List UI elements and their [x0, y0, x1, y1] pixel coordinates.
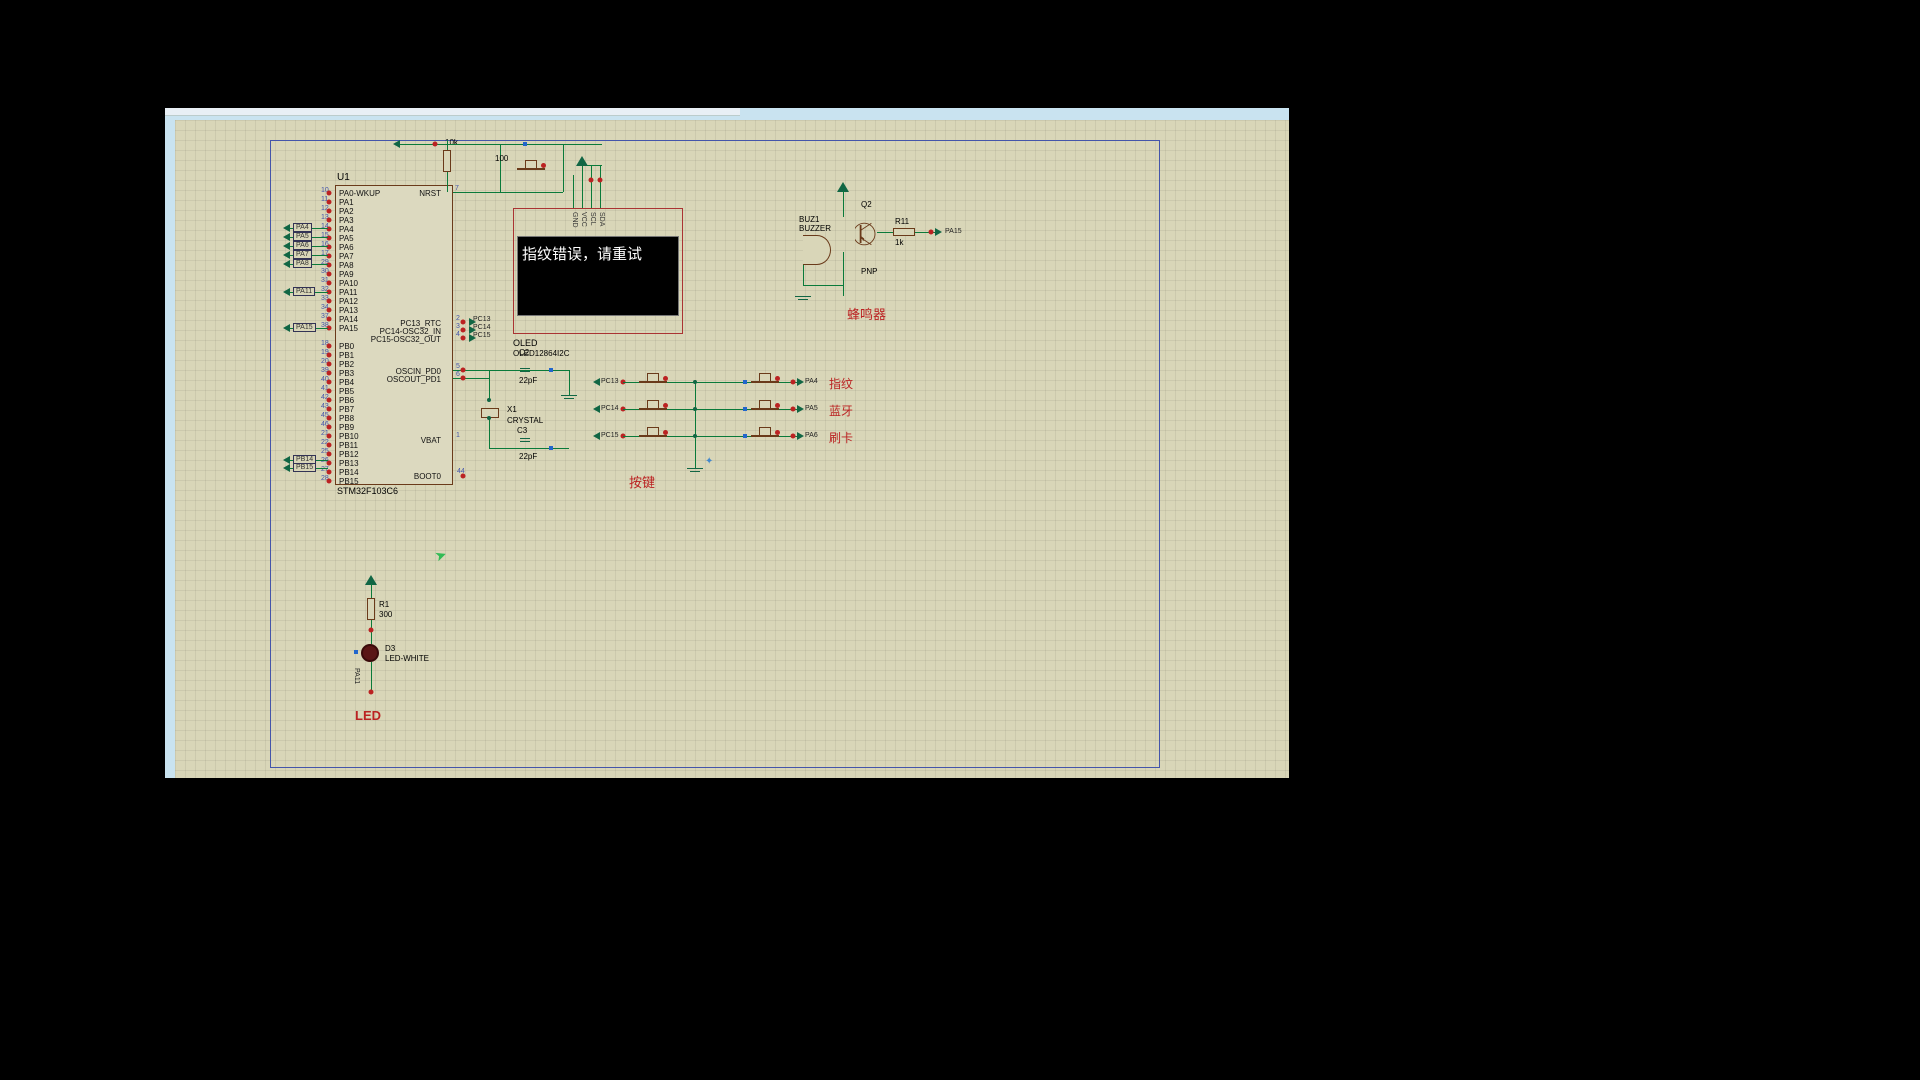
- net-pc15: PC15: [601, 432, 619, 439]
- buzzer-ref: BUZ1: [799, 215, 819, 224]
- mcu-pin-pa5: PA5: [339, 234, 354, 243]
- mcu-pin-pa14: PA14: [339, 315, 358, 324]
- oled-ref: OLED: [513, 338, 538, 348]
- mcu-pin-pb2: PB2: [339, 360, 354, 369]
- mcu-pin-pa9: PA9: [339, 270, 354, 279]
- mcu-pin-pb0: PB0: [339, 342, 354, 351]
- mcu-pin-pa11: PA11: [339, 288, 357, 297]
- oled-text: 指纹错误，请重试: [522, 246, 642, 263]
- net-tag-pa4: PA4: [293, 223, 312, 232]
- mcu-pin-pa1: PA1: [339, 198, 354, 207]
- net-pc14: PC14: [601, 405, 619, 412]
- button-label-2: 刷卡: [829, 429, 853, 446]
- pin-vbat: VBAT: [421, 436, 441, 445]
- net-pc13: PC13: [601, 378, 619, 385]
- resistor-r1[interactable]: [367, 598, 375, 620]
- net-pa15: PA15: [945, 228, 962, 235]
- mcu-pin-pb4: PB4: [339, 378, 354, 387]
- net-pa4: PA4: [805, 378, 818, 385]
- mcu-pin-pa8: PA8: [339, 261, 354, 270]
- button2-pc13[interactable]: [751, 375, 779, 389]
- buzzer-buz1[interactable]: [803, 235, 831, 265]
- mcu-pin-pb12: PB12: [339, 450, 359, 459]
- res-top[interactable]: [443, 150, 451, 172]
- mcu-part: STM32F103C6: [337, 486, 398, 496]
- button-pc13[interactable]: [639, 375, 667, 389]
- net-arrow-icon: [935, 228, 942, 236]
- mcu-pin-pa15: PA15: [339, 324, 358, 333]
- origin-marker-icon: ✦: [705, 456, 713, 467]
- button-pc15[interactable]: [639, 429, 667, 443]
- mcu-pin-pa6: PA6: [339, 243, 354, 252]
- net-pa6: PA6: [805, 432, 818, 439]
- mcu-pin-pa12: PA12: [339, 297, 358, 306]
- transistor-q2[interactable]: [855, 216, 877, 252]
- led-r-ref: R1: [379, 600, 389, 609]
- net-tag-pa5: PA5: [293, 232, 312, 241]
- mcu-pin-pb6: PB6: [339, 396, 354, 405]
- button-label-1: 蓝牙: [829, 402, 853, 419]
- net-tag-pa11: PA11: [293, 287, 315, 296]
- net-tag-pa15: PA15: [293, 323, 316, 332]
- mcu-pin-pa4: PA4: [339, 225, 354, 234]
- proteus-window: U1 STM32F103C6 PA0-WKUP10PA111PA212PA313…: [165, 108, 1289, 778]
- button2-pc14[interactable]: [751, 402, 779, 416]
- mcu-pin-pb14: PB14: [339, 468, 359, 477]
- mcu-pin-pa2: PA2: [339, 207, 354, 216]
- resistor-r11[interactable]: [893, 228, 915, 236]
- mcu-pin-pa0-wkup: PA0-WKUP: [339, 189, 380, 198]
- mcu-pin-pb10: PB10: [339, 432, 359, 441]
- gnd-icon: [687, 468, 703, 478]
- mcu-pin-pb1: PB1: [339, 351, 354, 360]
- mouse-cursor-icon: ➤: [432, 546, 449, 566]
- mcu-pin-pb9: PB9: [339, 423, 354, 432]
- mcu-pin-pb11: PB11: [339, 441, 358, 450]
- led-ref: D3: [385, 644, 395, 653]
- gnd-icon: [795, 296, 811, 306]
- pin-boot0: BOOT0: [414, 472, 441, 481]
- net-tag-pb15: PB15: [293, 463, 316, 472]
- pin-nrst: NRST: [419, 189, 441, 198]
- net-tag-pa8: PA8: [293, 259, 312, 268]
- mcu-pin-pa7: PA7: [339, 252, 354, 261]
- pin-oscout: OSCOUT_PD1: [387, 375, 441, 384]
- toolbar[interactable]: [165, 108, 740, 116]
- button2-pc15[interactable]: [751, 429, 779, 443]
- button-pc14[interactable]: [639, 402, 667, 416]
- pin-pc15osc: PC15-OSC32_OUT: [371, 335, 441, 344]
- mcu-ref: U1: [337, 172, 350, 183]
- led-d3[interactable]: [361, 644, 379, 662]
- buttons-title: 按键: [629, 472, 655, 491]
- mcu-pin-pb7: PB7: [339, 405, 354, 414]
- gnd-icon: [561, 395, 577, 405]
- net-pa5: PA5: [805, 405, 818, 412]
- led-title: LED: [355, 708, 381, 723]
- mcu-pin-pb3: PB3: [339, 369, 354, 378]
- reset-button[interactable]: [517, 162, 545, 176]
- button-label-0: 指纹: [829, 375, 853, 392]
- transistor-ref: Q2: [861, 200, 872, 209]
- oled-screen: 指纹错误，请重试: [517, 236, 679, 316]
- mcu-pin-pa3: PA3: [339, 216, 354, 225]
- schematic-canvas[interactable]: U1 STM32F103C6 PA0-WKUP10PA111PA212PA313…: [175, 120, 1289, 778]
- mcu-pin-pa10: PA10: [339, 279, 358, 288]
- net-tag-pa6: PA6: [293, 241, 312, 250]
- mcu-pin-pa13: PA13: [339, 306, 358, 315]
- mcu-pin-pb5: PB5: [339, 387, 354, 396]
- mcu-pin-pb13: PB13: [339, 459, 359, 468]
- net-tag-pa7: PA7: [293, 250, 312, 259]
- buzzer-title: 蜂鸣器: [847, 304, 886, 323]
- mcu-pin-pb15: PB15: [339, 477, 359, 486]
- mcu-pin-pb8: PB8: [339, 414, 354, 423]
